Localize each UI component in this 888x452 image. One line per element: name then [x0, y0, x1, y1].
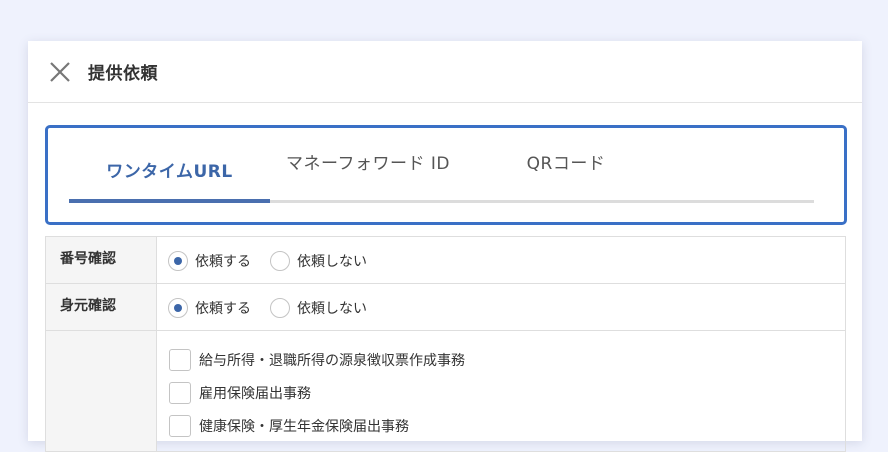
identity-check-options: 依頼する 依頼しない: [157, 284, 845, 330]
checkbox-icon: [169, 381, 191, 404]
radio-unchecked-icon: [270, 251, 290, 271]
table-row-purposes: 給与所得・退職所得の源泉徴収票作成事務 雇用保険届出事務 健康保険・厚生年金保険…: [46, 331, 845, 452]
purpose-checkbox-health-pension[interactable]: 健康保険・厚生年金保険届出事務: [168, 409, 465, 442]
table-row-number-check: 番号確認 依頼する 依頼しない: [46, 237, 845, 284]
radio-label: 依頼する: [195, 301, 251, 317]
close-icon[interactable]: [48, 60, 72, 84]
purpose-checkbox-employment-insurance[interactable]: 雇用保険届出事務: [168, 376, 465, 409]
checkbox-label: 健康保険・厚生年金保険届出事務: [199, 418, 409, 435]
purpose-checkbox-list: 給与所得・退職所得の源泉徴収票作成事務 雇用保険届出事務 健康保険・厚生年金保険…: [168, 331, 465, 442]
number-check-label: 番号確認: [46, 237, 157, 283]
dialog-header: 提供依頼: [28, 41, 862, 103]
radio-label: 依頼しない: [297, 301, 367, 317]
number-check-request-radio[interactable]: 依頼する: [168, 251, 251, 271]
radio-checked-icon: [168, 298, 188, 318]
tabs: ワンタイムURL マネーフォワード ID QRコード: [69, 128, 814, 202]
tab-money-forward-id[interactable]: マネーフォワード ID: [270, 128, 466, 202]
tab-qr-code[interactable]: QRコード: [466, 128, 666, 202]
checkbox-label: 給与所得・退職所得の源泉徴収票作成事務: [199, 352, 465, 369]
identity-check-radio-group: 依頼する 依頼しない: [168, 296, 386, 318]
tab-group: ワンタイムURL マネーフォワード ID QRコード: [45, 125, 847, 225]
radio-unchecked-icon: [270, 298, 290, 318]
radio-checked-icon: [168, 251, 188, 271]
radio-label: 依頼しない: [297, 254, 367, 270]
tab-one-time-url[interactable]: ワンタイムURL: [69, 128, 270, 202]
provide-request-dialog: 提供依頼 ワンタイムURL マネーフォワード ID QRコード 番号確認 依頼す…: [28, 41, 862, 452]
number-check-radio-group: 依頼する 依頼しない: [168, 249, 386, 271]
identity-check-request-radio[interactable]: 依頼する: [168, 298, 251, 318]
dialog-title: 提供依頼: [88, 64, 158, 84]
number-check-no-request-radio[interactable]: 依頼しない: [270, 251, 367, 271]
purposes-options: 給与所得・退職所得の源泉徴収票作成事務 雇用保険届出事務 健康保険・厚生年金保険…: [157, 331, 845, 451]
checkbox-icon: [169, 414, 191, 437]
number-check-options: 依頼する 依頼しない: [157, 237, 845, 283]
identity-check-label: 身元確認: [46, 284, 157, 330]
purpose-checkbox-withholding[interactable]: 給与所得・退職所得の源泉徴収票作成事務: [168, 343, 465, 376]
table-row-identity-check: 身元確認 依頼する 依頼しない: [46, 284, 845, 331]
checkbox-icon: [169, 348, 191, 371]
radio-label: 依頼する: [195, 254, 251, 270]
checkbox-label: 雇用保険届出事務: [199, 385, 311, 402]
identity-check-no-request-radio[interactable]: 依頼しない: [270, 298, 367, 318]
purposes-label: [46, 331, 157, 451]
